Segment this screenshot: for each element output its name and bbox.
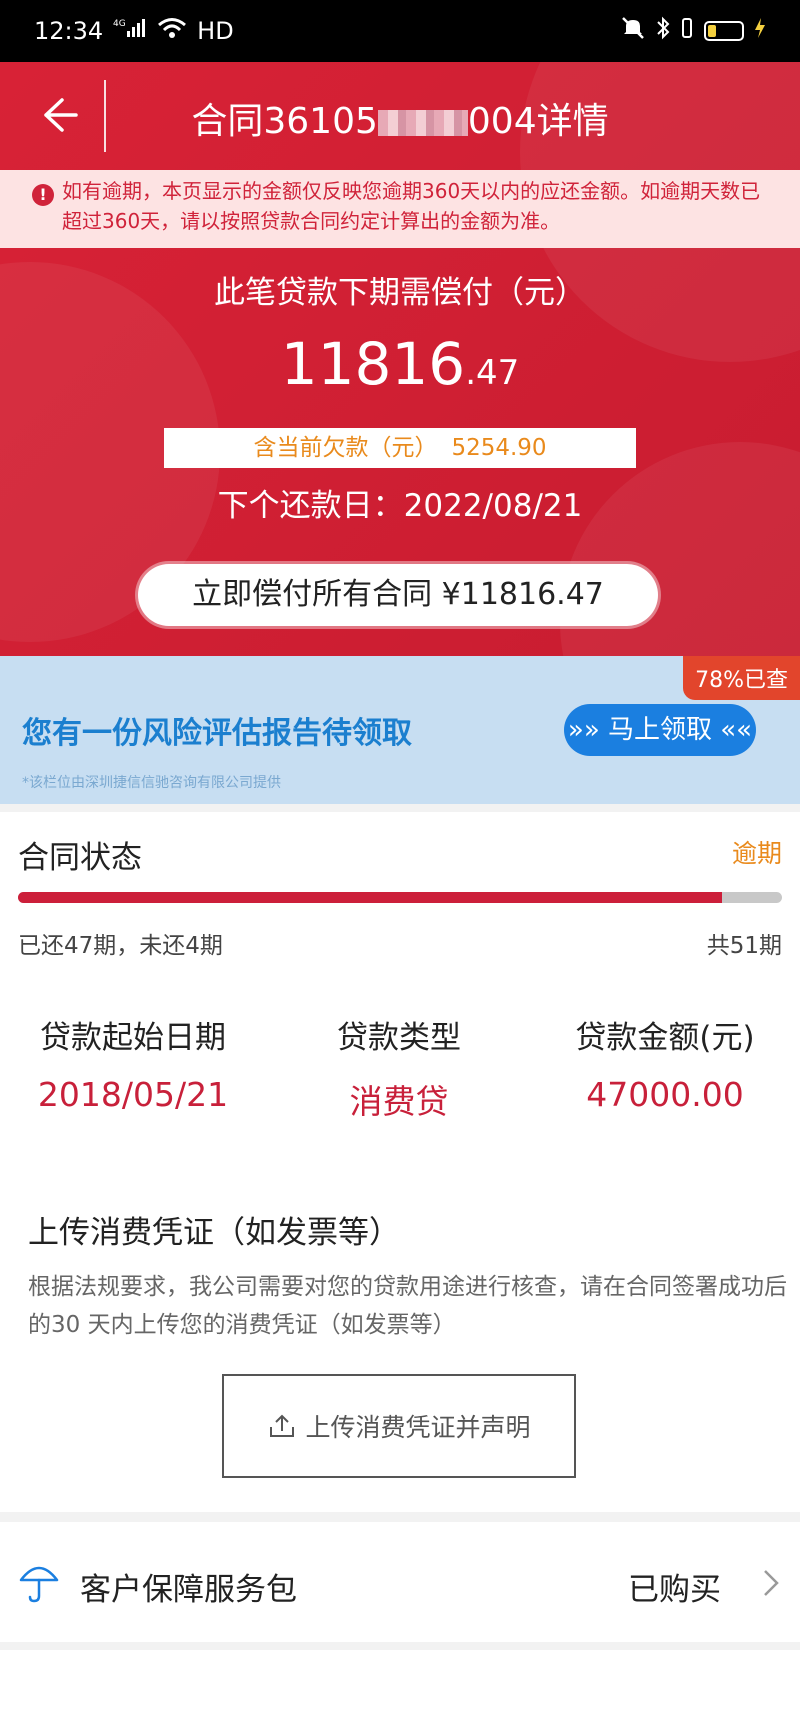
info-label: 贷款起始日期: [40, 1020, 226, 1056]
service-label: 客户保障服务包: [80, 1572, 297, 1608]
pay-all-button[interactable]: 立即偿付所有合同 ¥11816.47: [138, 564, 658, 626]
status-bar: 12:34 4G HD: [0, 0, 800, 62]
risk-report-banner[interactable]: 78%已查 您有一份风险评估报告待领取 »» 马上领取 «« *该栏位由深圳捷信…: [0, 656, 800, 804]
battery-icon: [704, 21, 744, 41]
charging-icon: [754, 17, 766, 45]
banner-note: *该栏位由深圳捷信信驰咨询有限公司提供: [22, 775, 281, 791]
upload-voucher-button[interactable]: 上传消费凭证并声明: [222, 1374, 576, 1478]
service-package-row[interactable]: 客户保障服务包 已购买: [0, 1522, 800, 1642]
warning-icon: !: [32, 184, 54, 206]
checked-tag: 78%已查: [683, 656, 800, 700]
upload-icon: [270, 1414, 295, 1437]
progress-fill: [18, 892, 723, 903]
wifi-icon: [157, 17, 187, 45]
info-loan-amount: 贷款金额(元) 47000.00: [532, 1012, 798, 1114]
contract-status-card: 合同状态 逾期 已还47期，未还4期 共51期 贷款起始日期 2018/05/2…: [0, 812, 800, 1512]
status-time: 12:34: [34, 17, 104, 45]
mute-icon: [620, 16, 646, 46]
nav-bar: 合同36105 004详情: [0, 62, 800, 170]
contract-status-title: 合同状态: [18, 840, 142, 876]
info-label: 贷款金额(元): [575, 1020, 755, 1056]
overdue-notice: ! 如有逾期，本页显示的金额仅反映您逾期360天以内的应还金额。如逾期天数已超过…: [0, 170, 800, 248]
info-loan-type: 贷款类型 消费贷: [266, 1012, 532, 1123]
info-value: 2018/05/21: [37, 1075, 229, 1114]
umbrella-icon: [19, 1566, 59, 1603]
next-payment-date: 下个还款日：2022/08/21: [217, 488, 583, 524]
info-label: 贷款类型: [337, 1020, 461, 1056]
due-label: 此笔贷款下期需偿付（元）: [214, 275, 586, 311]
redacted-number: [377, 110, 468, 136]
info-value: 47000.00: [586, 1075, 744, 1114]
bluetooth-icon: [656, 16, 670, 46]
svg-text:4G: 4G: [113, 19, 126, 29]
claim-button[interactable]: »» 马上领取 ««: [564, 704, 756, 756]
upload-button-label: 上传消费凭证并声明: [305, 1413, 531, 1442]
signal-icon: 4G: [113, 17, 147, 45]
info-start-date: 贷款起始日期 2018/05/21: [0, 1012, 266, 1114]
upload-title: 上传消费凭证（如发票等）: [28, 1215, 400, 1251]
payment-summary: 合同36105 004详情 ! 如有逾期，本页显示的金额仅反映您逾期360天以内的…: [0, 62, 800, 656]
next-service-row[interactable]: [0, 1650, 800, 1710]
page-title: 合同36105 004详情: [0, 92, 800, 144]
due-amount: 11816.47: [0, 330, 800, 398]
amount-integer: 11816: [280, 330, 466, 398]
repayment-progress-bar: [18, 892, 782, 903]
vibrate-icon: [680, 16, 694, 46]
paid-periods: 已还47期，未还4期: [18, 933, 223, 959]
arrears-label: 含当前欠款（元）: [253, 435, 438, 461]
amount-decimal: .47: [465, 353, 520, 393]
service-status: 已购买: [628, 1572, 721, 1608]
arrears-box: 含当前欠款（元） 5254.90: [164, 428, 636, 468]
upload-description: 根据法规要求，我公司需要对您的贷款用途进行核查，请在合同签署成功后的30 天内上…: [28, 1274, 787, 1338]
title-suffix: 004详情: [467, 101, 609, 142]
status-badge: 逾期: [731, 839, 782, 868]
network-label: HD: [197, 17, 234, 45]
total-periods: 共51期: [706, 933, 782, 959]
info-value: 消费贷: [349, 1082, 449, 1121]
title-prefix: 合同36105: [191, 101, 378, 142]
notice-text: 如有逾期，本页显示的金额仅反映您逾期360天以内的应还金额。如逾期天数已超过36…: [62, 179, 761, 233]
chevron-right-icon: [764, 1570, 779, 1596]
arrears-value: 5254.90: [451, 435, 547, 461]
banner-title: 您有一份风险评估报告待领取: [22, 716, 412, 751]
